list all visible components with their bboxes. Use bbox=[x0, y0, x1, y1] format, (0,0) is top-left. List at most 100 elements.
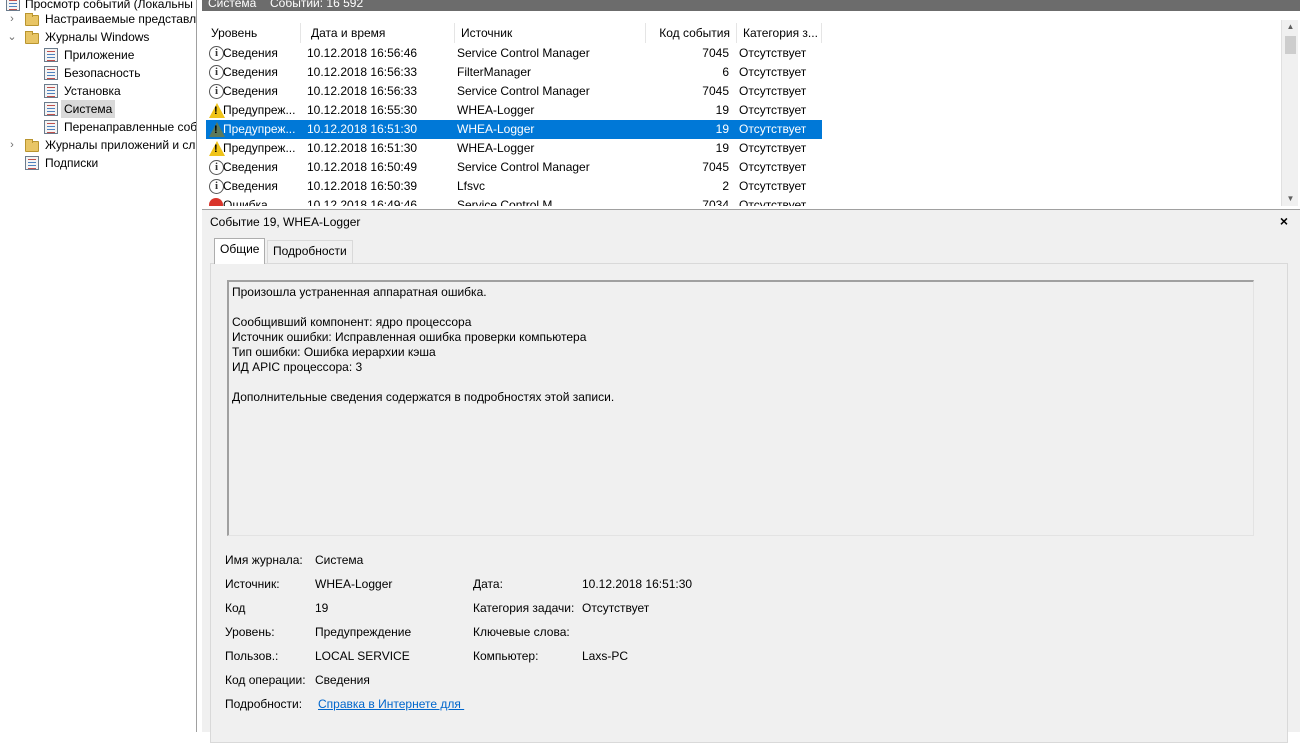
table-row[interactable]: i Сведения 10.12.2018 16:56:33 Service Cont… bbox=[206, 82, 822, 101]
table-row[interactable]: Предупреж... 10.12.2018 16:51:30 WHEA-Logg… bbox=[206, 139, 822, 158]
column-header-category[interactable]: Категория з... bbox=[737, 23, 822, 43]
table-row[interactable]: Ошибка 10.12.2018 16:49:46 Service Control… bbox=[206, 196, 822, 206]
tree-item-windows-logs[interactable]: ⌄ Журналы Windows bbox=[0, 28, 196, 46]
description-line: Тип ошибки: Ошибка иерархии кэша bbox=[232, 345, 436, 359]
cell-datetime: 10.12.2018 16:51:30 bbox=[307, 141, 418, 155]
cell-source: FilterManager bbox=[457, 65, 532, 79]
field-label-user: Пользов.: bbox=[225, 649, 279, 663]
description-line: Сообщивший компонент: ядро процессора bbox=[232, 315, 472, 329]
cell-category: Отсутствует bbox=[739, 122, 807, 136]
table-row[interactable]: i Сведения 10.12.2018 16:56:46 Service Cont… bbox=[206, 44, 822, 63]
cell-source: Lfsvc bbox=[457, 179, 486, 193]
tree-item-app-service-logs[interactable]: › Журналы приложений и сл bbox=[0, 136, 196, 154]
scroll-up-icon[interactable]: ▲ bbox=[1282, 20, 1298, 34]
table-vertical-scrollbar[interactable]: ▲ ▼ bbox=[1281, 20, 1298, 206]
description-line: ИД APIC процессора: 3 bbox=[232, 360, 363, 374]
close-icon[interactable]: × bbox=[1280, 213, 1288, 229]
log-icon bbox=[44, 84, 58, 98]
field-label-source: Источник: bbox=[225, 577, 280, 591]
scroll-thumb[interactable] bbox=[1285, 36, 1296, 54]
tree-item-label: Приложение bbox=[64, 48, 135, 62]
tree-item-custom-views[interactable]: › Настраиваемые представле bbox=[0, 10, 197, 28]
cell-level: Предупреж... bbox=[223, 141, 296, 155]
log-icon bbox=[44, 48, 58, 62]
column-header-event-code[interactable]: Код события bbox=[646, 23, 737, 43]
info-icon: i bbox=[209, 160, 224, 175]
tree-item-forwarded-events[interactable]: Перенаправленные соб bbox=[0, 118, 197, 136]
error-icon bbox=[209, 198, 223, 206]
tree-item-label: Установка bbox=[64, 84, 121, 98]
chevron-right-icon[interactable]: › bbox=[6, 10, 18, 28]
cell-source: WHEA-Logger bbox=[457, 122, 535, 136]
log-icon bbox=[44, 102, 58, 116]
field-label-opcode: Код операции: bbox=[225, 673, 306, 687]
cell-event-code: 7045 bbox=[702, 46, 729, 60]
cell-event-code: 19 bbox=[715, 103, 729, 117]
field-level: Предупреждение bbox=[315, 625, 412, 639]
field-label-keywords: Ключевые слова: bbox=[473, 625, 570, 639]
chevron-right-icon[interactable]: › bbox=[6, 136, 18, 154]
tree-item-setup[interactable]: Установка bbox=[0, 82, 196, 100]
tab-details[interactable]: Подробности bbox=[267, 240, 353, 263]
description-line: Произошла устраненная аппаратная ошибка. bbox=[232, 285, 487, 299]
field-opcode: Сведения bbox=[315, 673, 370, 687]
field-log-name: Система bbox=[315, 553, 364, 567]
field-label-more-info: Подробности: bbox=[225, 697, 303, 711]
folder-icon bbox=[25, 31, 39, 44]
cell-event-code: 6 bbox=[722, 65, 729, 79]
table-row[interactable]: Предупреж... 10.12.2018 16:55:30 WHEA-Logg… bbox=[206, 101, 822, 120]
field-code: 19 bbox=[315, 601, 329, 615]
tree-item-label: Настраиваемые представле bbox=[45, 12, 197, 26]
info-icon: i bbox=[209, 46, 224, 61]
field-task-category: Отсутствует bbox=[582, 601, 650, 615]
column-header-datetime[interactable]: Дата и время bbox=[305, 23, 455, 43]
cell-event-code: 7045 bbox=[702, 84, 729, 98]
field-date: 10.12.2018 16:51:30 bbox=[582, 577, 693, 591]
cell-source: WHEA-Logger bbox=[457, 103, 535, 117]
tree-item-security[interactable]: Безопасность bbox=[0, 64, 196, 82]
cell-level: Сведения bbox=[223, 84, 278, 98]
field-label-code: Код bbox=[225, 601, 246, 615]
tree-item-application[interactable]: Приложение bbox=[0, 46, 196, 64]
tree-item-subscriptions[interactable]: Подписки bbox=[0, 154, 196, 172]
info-icon: i bbox=[209, 179, 224, 194]
event-detail-pane: Событие 19, WHEA-Logger × Общие Подробно… bbox=[202, 209, 1300, 743]
cell-category: Отсутствует bbox=[739, 198, 807, 206]
chevron-down-icon[interactable]: ⌄ bbox=[6, 28, 18, 46]
cell-datetime: 10.12.2018 16:56:33 bbox=[307, 84, 418, 98]
tab-general[interactable]: Общие bbox=[214, 238, 266, 264]
log-name: Система bbox=[208, 0, 257, 10]
cell-event-code: 7034 bbox=[702, 198, 729, 206]
cell-source: Service Control M... bbox=[457, 198, 563, 206]
table-row[interactable]: Предупреж... 10.12.2018 16:51:30 WHEA-Logg… bbox=[206, 120, 822, 139]
online-help-link[interactable]: Справка в Интернете для bbox=[318, 696, 464, 712]
column-header-level[interactable]: Уровень bbox=[205, 23, 301, 43]
cell-category: Отсутствует bbox=[739, 46, 807, 60]
cell-source: Service Control Manager bbox=[457, 160, 590, 174]
tree-item-label: Журналы приложений и сл bbox=[45, 138, 196, 152]
column-header-source[interactable]: Источник bbox=[455, 23, 646, 43]
cell-level: Ошибка bbox=[223, 198, 268, 206]
cell-category: Отсутствует bbox=[739, 160, 807, 174]
tree-item-label: Система bbox=[61, 100, 116, 118]
cell-event-code: 7045 bbox=[702, 160, 729, 174]
cell-category: Отсутствует bbox=[739, 84, 807, 98]
cell-level: Сведения bbox=[223, 160, 278, 174]
field-source: WHEA-Logger bbox=[315, 577, 393, 591]
cell-category: Отсутствует bbox=[739, 141, 807, 155]
cell-event-code: 2 bbox=[722, 179, 729, 193]
tree-item-label: Безопасность bbox=[64, 66, 141, 80]
table-row[interactable]: i Сведения 10.12.2018 16:50:49 Service Cont… bbox=[206, 158, 822, 177]
tree-item-system[interactable]: Система bbox=[0, 100, 196, 118]
cell-datetime: 10.12.2018 16:56:33 bbox=[307, 65, 418, 79]
scroll-down-icon[interactable]: ▼ bbox=[1282, 192, 1298, 206]
tree-item-label: Перенаправленные соб bbox=[64, 120, 197, 134]
table-row[interactable]: i Сведения 10.12.2018 16:56:33 FilterManage… bbox=[206, 63, 822, 82]
cell-category: Отсутствует bbox=[739, 179, 807, 193]
cell-datetime: 10.12.2018 16:50:49 bbox=[307, 160, 418, 174]
field-user: LOCAL SERVICE bbox=[315, 649, 410, 663]
field-label-task-category: Категория задачи: bbox=[473, 601, 575, 615]
subscriptions-icon bbox=[25, 156, 39, 170]
table-row[interactable]: i Сведения 10.12.2018 16:50:39 Lfsvc 2 Отсутс… bbox=[206, 177, 822, 196]
navigation-tree: Просмотр событий (Локальны › Настраиваем… bbox=[0, 0, 197, 732]
